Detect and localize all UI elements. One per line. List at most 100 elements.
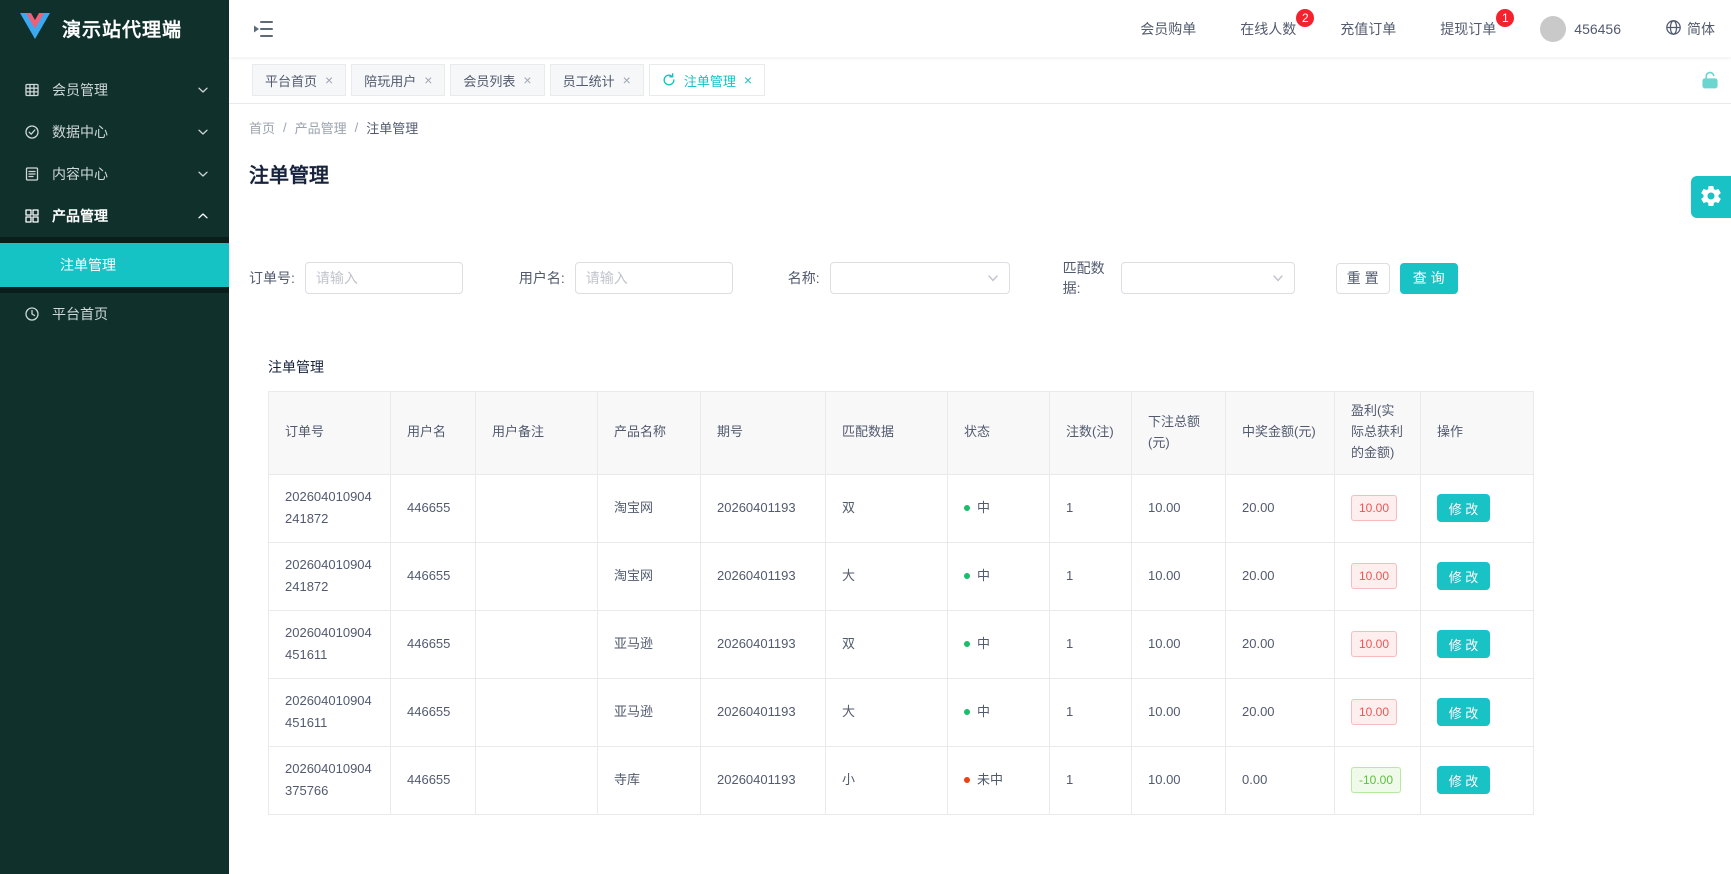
topbar-item-withdraw-orders[interactable]: 提现订单1 [1440,19,1496,39]
chevron-down-icon [195,166,211,182]
tabs: 平台首页×陪玩用户×会员列表×员工统计×注单管理× [252,64,765,96]
cell-bets: 1 [1050,746,1132,814]
breadcrumb-separator: / [283,120,287,135]
sidebar-item-platform-home[interactable]: 平台首页 [0,293,229,335]
close-icon[interactable]: × [523,73,531,87]
close-icon[interactable]: × [623,73,631,87]
column-header: 用户备注 [476,391,598,474]
sidebar-item-label: 数据中心 [52,122,183,142]
tab-bet-management[interactable]: 注单管理× [649,64,765,96]
edit-button[interactable]: 修 改 [1437,494,1490,522]
avatar [1540,16,1566,42]
language-switcher[interactable]: 简体 [1665,19,1715,39]
name-select[interactable] [830,262,1010,294]
app-root: 演示站代理端 会员管理数据中心内容中心产品管理注单管理平台首页 会员购单在线人数… [0,0,1731,874]
cell-profit: 10.00 [1335,542,1421,610]
cell-product: 亚马逊 [598,610,701,678]
sidebar-collapse-icon[interactable] [251,17,275,41]
cell-remark [476,678,598,746]
username: 456456 [1574,21,1621,37]
settings-button[interactable] [1691,176,1731,218]
cell-bet-total: 10.00 [1132,678,1226,746]
sidebar-item-product-management[interactable]: 产品管理 [0,195,229,237]
bet-table: 订单号用户名用户备注产品名称期号匹配数据状态注数(注)下注总额(元)中奖金额(元… [268,391,1534,815]
edit-button[interactable]: 修 改 [1437,766,1490,794]
cell-order-no: 202604010904241872 [269,474,391,542]
cell-match: 大 [826,678,948,746]
search-button[interactable]: 查 询 [1400,263,1458,294]
cell-status: 中 [948,542,1050,610]
topbar-item-online-count[interactable]: 在线人数2 [1240,19,1296,39]
reset-button[interactable]: 重 置 [1336,263,1390,294]
badge-withdraw-orders: 1 [1496,9,1514,27]
cell-bets: 1 [1050,542,1132,610]
match-data-label: 匹配数据: [1063,258,1111,299]
cell-win-amount: 0.00 [1226,746,1335,814]
tab-staff-stats[interactable]: 员工统计 × [550,64,644,96]
unlock-icon[interactable] [1701,71,1719,89]
match-data-select[interactable] [1121,262,1295,294]
tab-label: 员工统计 [563,71,615,90]
language-label: 简体 [1687,19,1715,39]
order-no-label: 订单号: [249,268,295,288]
status-text: 未中 [977,769,1003,791]
sidebar-item-label: 产品管理 [52,206,183,226]
sidebar-item-label: 会员管理 [52,80,183,100]
status-text: 中 [977,633,990,655]
cell-remark [476,610,598,678]
tab-companion-users[interactable]: 陪玩用户× [351,64,445,96]
refresh-icon[interactable] [662,73,676,87]
edit-button[interactable]: 修 改 [1437,630,1490,658]
cell-profit: 10.00 [1335,474,1421,542]
edit-button[interactable]: 修 改 [1437,562,1490,590]
username-input[interactable] [575,262,733,294]
chevron-down-icon [987,272,999,284]
sidebar-item-data-center[interactable]: 数据中心 [0,111,229,153]
table-header-row: 订单号用户名用户备注产品名称期号匹配数据状态注数(注)下注总额(元)中奖金额(元… [269,391,1534,474]
status-text: 中 [977,701,990,723]
column-header: 状态 [948,391,1050,474]
cell-action: 修 改 [1421,474,1534,542]
cell-username: 446655 [391,610,476,678]
close-icon[interactable]: × [744,73,752,87]
content: 首页/产品管理/注单管理 注单管理 订单号: 用户名: 名称: 匹配数据: 重 … [229,104,1731,874]
cell-issue: 20260401193 [701,746,826,814]
tab-platform-home[interactable]: 平台首页× [252,64,346,96]
edit-button[interactable]: 修 改 [1437,698,1490,726]
cell-bet-total: 10.00 [1132,474,1226,542]
name-label: 名称: [788,268,820,288]
column-header: 操作 [1421,391,1534,474]
order-no-input[interactable] [305,262,463,294]
close-icon[interactable]: × [424,73,432,87]
topbar-item-member-orders[interactable]: 会员购单 [1140,19,1196,39]
submenu-product-management: 注单管理 [0,237,229,293]
chevron-down-icon [1272,272,1284,284]
cell-username: 446655 [391,474,476,542]
cell-match: 双 [826,474,948,542]
sidebar-item-content-center[interactable]: 内容中心 [0,153,229,195]
cell-profit: -10.00 [1335,746,1421,814]
breadcrumb-item[interactable]: 首页 [249,118,275,137]
sidebar-item-member-management[interactable]: 会员管理 [0,69,229,111]
cell-status: 中 [948,678,1050,746]
tab-member-list[interactable]: 会员列表 × [450,64,544,96]
section-title: 注单管理 [268,357,1711,377]
column-header: 产品名称 [598,391,701,474]
column-header: 期号 [701,391,826,474]
topbar-item-recharge-orders[interactable]: 充值订单 [1340,19,1396,39]
breadcrumb-item[interactable]: 产品管理 [295,118,347,137]
profit-badge: 10.00 [1351,563,1397,589]
column-header: 盈利(实际总获利的金额) [1335,391,1421,474]
status-text: 中 [977,497,990,519]
cell-bet-total: 10.00 [1132,542,1226,610]
column-header: 下注总额(元) [1132,391,1226,474]
modules-icon [24,208,40,224]
cell-username: 446655 [391,542,476,610]
sidebar-subitem-bet-management[interactable]: 注单管理 [0,243,229,287]
document-icon [24,166,40,182]
close-icon[interactable]: × [325,73,333,87]
user-menu[interactable]: 456456 [1540,16,1621,42]
sidebar-menu: 会员管理数据中心内容中心产品管理注单管理平台首页 [0,57,229,335]
bet-table-wrap: 订单号用户名用户备注产品名称期号匹配数据状态注数(注)下注总额(元)中奖金额(元… [268,391,1711,815]
tab-label: 会员列表 [463,71,515,90]
